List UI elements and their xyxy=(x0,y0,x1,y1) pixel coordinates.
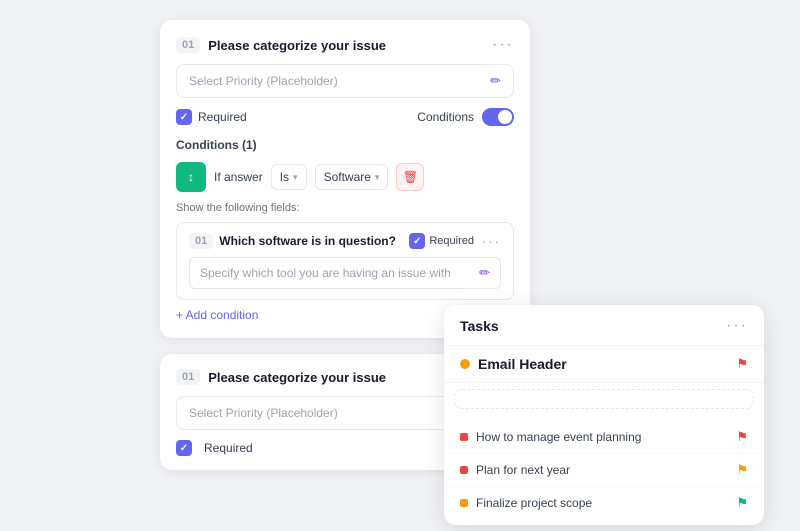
sub-required-badge: Required ··· xyxy=(409,233,501,249)
required-label: Required xyxy=(198,110,247,124)
card-1-title: Please categorize your issue xyxy=(208,38,386,53)
sub-required-checkbox[interactable] xyxy=(409,233,425,249)
task-2-text: Plan for next year xyxy=(476,463,570,477)
conditions-text: Conditions xyxy=(417,110,474,124)
card-2-required-label: Required xyxy=(204,441,253,455)
task-3-flag-icon: ⚑ xyxy=(736,495,748,511)
sub-pencil-icon: ✏ xyxy=(479,265,490,281)
if-answer-label: If answer xyxy=(214,170,263,184)
sub-step-badge: 01 xyxy=(189,233,213,249)
card-1-more-button[interactable]: ··· xyxy=(492,36,514,54)
card-2-required-checkbox[interactable] xyxy=(176,440,192,456)
task-3-text: Finalize project scope xyxy=(476,496,592,510)
task-1-left: How to manage event planning xyxy=(460,430,641,444)
sub-more-button[interactable]: ··· xyxy=(482,234,501,249)
priority-placeholder: Select Priority (Placeholder) xyxy=(189,74,338,88)
condition-icon: ↕ xyxy=(176,162,206,192)
task-1-flag-icon: ⚑ xyxy=(736,429,748,445)
email-header-dot xyxy=(460,359,470,369)
pencil-icon: ✏ xyxy=(490,73,501,89)
add-condition-label: + Add condition xyxy=(176,308,258,322)
task-1-dot-icon xyxy=(460,433,468,441)
software-dropdown[interactable]: Software ▾ xyxy=(315,164,389,190)
step-badge-2: 01 xyxy=(176,369,200,385)
task-item-2[interactable]: Plan for next year ⚑ xyxy=(444,454,764,487)
task-2-flag-icon: ⚑ xyxy=(736,462,748,478)
email-header-left: Email Header xyxy=(460,356,567,372)
sub-field-left: 01 Which software is in question? xyxy=(189,233,396,249)
sub-field-title: Which software is in question? xyxy=(219,234,396,248)
dashed-placeholder xyxy=(454,389,754,409)
chevron-down-icon: ▾ xyxy=(293,172,298,183)
priority-select[interactable]: Select Priority (Placeholder) ✏ xyxy=(176,64,514,98)
email-header-row[interactable]: Email Header ⚑ xyxy=(444,346,764,383)
email-header-flag-icon: ⚑ xyxy=(736,356,748,372)
card-2-priority-placeholder: Select Priority (Placeholder) xyxy=(189,406,338,420)
card-2-header-left: 01 Please categorize your issue xyxy=(176,369,386,385)
required-checkbox[interactable] xyxy=(176,109,192,125)
card-1-header-left: 01 Please categorize your issue xyxy=(176,37,386,53)
task-item-1[interactable]: How to manage event planning ⚑ xyxy=(444,421,764,454)
sub-field-1: 01 Which software is in question? Requir… xyxy=(176,222,514,300)
task-item-3[interactable]: Finalize project scope ⚑ xyxy=(444,487,764,519)
software-label: Software xyxy=(324,170,371,184)
card-1: 01 Please categorize your issue ··· Sele… xyxy=(160,20,530,338)
required-row: Required Conditions xyxy=(176,108,514,126)
task-3-left: Finalize project scope xyxy=(460,496,592,510)
tasks-panel: Tasks ··· Email Header ⚑ How to manage e… xyxy=(444,305,764,525)
show-fields-label: Show the following fields: xyxy=(176,202,514,214)
conditions-section: Conditions (1) ↕ If answer Is ▾ Software… xyxy=(176,138,514,322)
required-left: Required xyxy=(176,109,247,125)
conditions-count: Conditions (1) xyxy=(176,138,514,152)
task-3-dot-icon xyxy=(460,499,468,507)
task-2-dot-icon xyxy=(460,466,468,474)
task-1-text: How to manage event planning xyxy=(476,430,641,444)
email-header-title: Email Header xyxy=(478,356,567,372)
step-badge-1: 01 xyxy=(176,37,200,53)
condition-row-1: ↕ If answer Is ▾ Software ▾ 🗑 xyxy=(176,162,514,192)
card-1-header: 01 Please categorize your issue ··· xyxy=(176,36,514,54)
tasks-more-button[interactable]: ··· xyxy=(726,317,748,335)
task-2-left: Plan for next year xyxy=(460,463,570,477)
tasks-header: Tasks ··· xyxy=(444,305,764,346)
tasks-title: Tasks xyxy=(460,318,499,334)
card-2-title: Please categorize your issue xyxy=(208,370,386,385)
sub-input-placeholder: Specify which tool you are having an iss… xyxy=(200,266,451,280)
chevron-down-icon-2: ▾ xyxy=(375,172,380,183)
tasks-list: How to manage event planning ⚑ Plan for … xyxy=(444,415,764,525)
conditions-row: Conditions xyxy=(417,108,514,126)
delete-condition-button[interactable]: 🗑 xyxy=(396,163,424,191)
sub-field-header: 01 Which software is in question? Requir… xyxy=(189,233,501,249)
sub-required-label: Required xyxy=(429,235,474,247)
conditions-toggle[interactable] xyxy=(482,108,514,126)
is-label: Is xyxy=(280,170,289,184)
is-dropdown[interactable]: Is ▾ xyxy=(271,164,307,190)
sub-field-input[interactable]: Specify which tool you are having an iss… xyxy=(189,257,501,289)
